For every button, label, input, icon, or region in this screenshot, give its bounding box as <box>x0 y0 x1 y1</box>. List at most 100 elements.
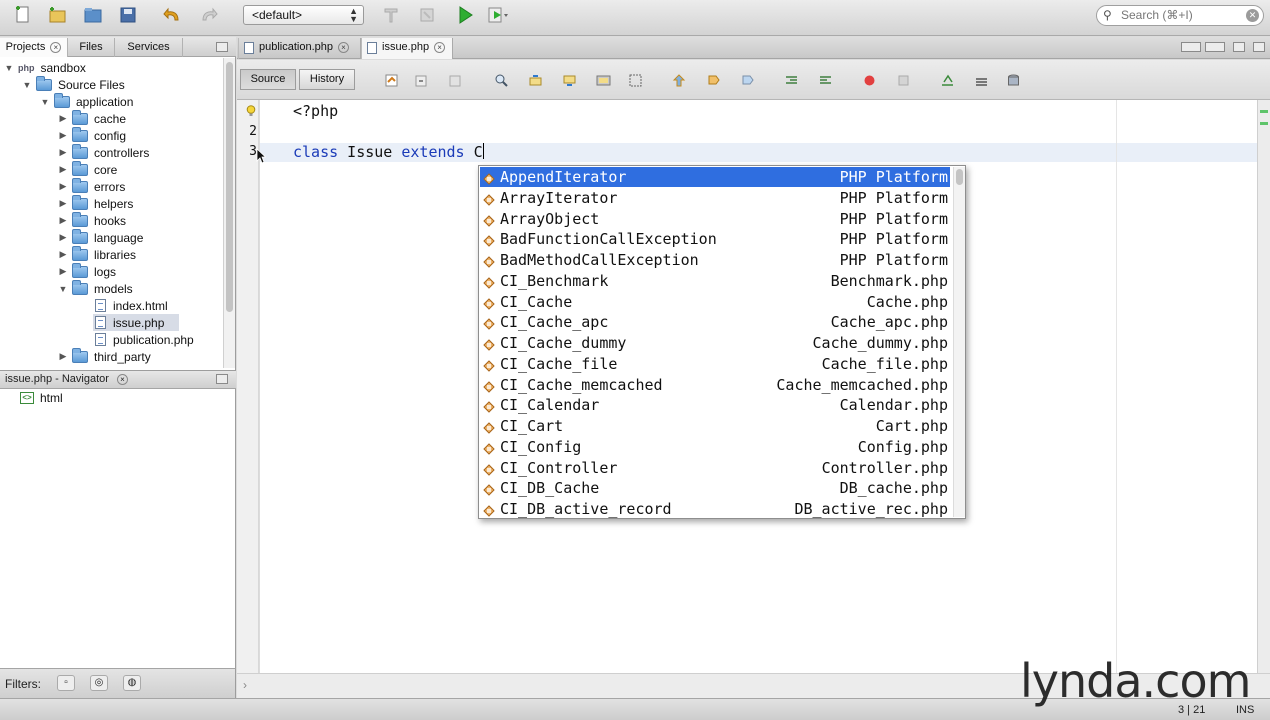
completion-item[interactable]: CI_DB_Cache DB_cache.php <box>480 478 950 498</box>
completion-item[interactable]: CI_Cart Cart.php <box>480 416 950 436</box>
tree-item-errors[interactable]: ▶ errors <box>58 177 125 195</box>
tab-projects[interactable]: Projects × <box>0 38 68 57</box>
database-icon[interactable] <box>1005 72 1021 88</box>
code-completion-popup[interactable]: AppendIterator PHP Platform ArrayIterator P… <box>478 165 966 519</box>
collapsed-triangle-icon[interactable]: ▶ <box>58 147 68 158</box>
collapsed-triangle-icon[interactable]: ▶ <box>58 215 68 226</box>
tree-item-controllers[interactable]: ▶ controllers <box>58 143 149 161</box>
tree-item-hooks[interactable]: ▶ hooks <box>58 211 126 229</box>
tree-item-models[interactable]: ▼ models <box>58 279 133 297</box>
collapsed-triangle-icon[interactable]: ▶ <box>58 181 68 192</box>
shift-line-left-icon[interactable] <box>783 72 799 88</box>
source-button[interactable]: Source <box>240 69 296 90</box>
completion-item[interactable]: ArrayObject PHP Platform <box>480 209 950 229</box>
collapsed-triangle-icon[interactable]: ▶ <box>58 130 68 141</box>
toggle-highlight-search-icon[interactable] <box>595 72 611 88</box>
back-icon[interactable] <box>413 72 429 88</box>
lightbulb-hint-icon[interactable] <box>246 105 256 117</box>
completion-item[interactable]: ArrayIterator PHP Platform <box>480 188 950 208</box>
tab-issue-php[interactable]: issue.php × <box>361 38 453 59</box>
completion-item[interactable]: CI_Calendar Calendar.php <box>480 395 950 415</box>
scroll-tabs-left-icon[interactable] <box>1181 42 1201 52</box>
completion-item[interactable]: CI_DB_active_record DB_active_rec.php <box>480 499 950 518</box>
completion-item[interactable]: CI_Cache_file Cache_file.php <box>480 354 950 374</box>
build-icon[interactable] <box>378 3 404 27</box>
minimize-panel-icon[interactable] <box>216 374 228 384</box>
open-project-icon[interactable] <box>80 3 106 27</box>
code-line-1[interactable]: <?php <box>293 102 338 120</box>
tree-item-third-party[interactable]: ▶ third_party <box>58 347 151 365</box>
clean-build-icon[interactable] <box>414 3 440 27</box>
error-stripe[interactable] <box>1257 100 1270 673</box>
tree-item-publication-php[interactable]: publication.php <box>95 331 194 348</box>
next-bookmark-icon[interactable] <box>705 72 721 88</box>
tab-services[interactable]: Services <box>115 38 183 57</box>
tree-item-issue-php[interactable]: issue.php <box>93 314 179 331</box>
tree-item-logs[interactable]: ▶ logs <box>58 262 116 280</box>
scrollbar-thumb[interactable] <box>226 62 233 312</box>
navigator-item-html[interactable]: <> html <box>20 391 63 405</box>
completion-item[interactable]: CI_Controller Controller.php <box>480 458 950 478</box>
expand-breadcrumb-icon[interactable]: › <box>243 678 247 692</box>
last-edit-icon[interactable] <box>383 72 399 88</box>
collapsed-triangle-icon[interactable]: ▶ <box>58 232 68 243</box>
tree-item-language[interactable]: ▶ language <box>58 228 143 246</box>
completion-item[interactable]: CI_Cache_apc Cache_apc.php <box>480 312 950 332</box>
search-field[interactable]: ⚲ Search (⌘+I) ✕ <box>1096 5 1264 26</box>
completion-item[interactable]: BadMethodCallException PHP Platform <box>480 250 950 270</box>
configuration-select[interactable]: <default> ▲ ▼ <box>243 5 364 25</box>
clear-search-icon[interactable]: ✕ <box>1246 9 1259 22</box>
find-next-icon[interactable] <box>561 72 577 88</box>
uncomment-icon[interactable] <box>973 72 989 88</box>
show-opened-documents-icon[interactable] <box>1233 42 1245 52</box>
toggle-rectangular-selection-icon[interactable] <box>627 72 643 88</box>
collapsed-triangle-icon[interactable]: ▶ <box>58 266 68 277</box>
projects-scrollbar[interactable] <box>223 58 235 368</box>
navigator-tab[interactable]: issue.php - Navigator × <box>0 371 236 389</box>
scroll-tabs-right-icon[interactable] <box>1205 42 1225 52</box>
tree-item-cache[interactable]: ▶ cache <box>58 109 126 127</box>
collapsed-triangle-icon[interactable]: ▶ <box>58 351 68 362</box>
tab-publication-php[interactable]: publication.php × <box>238 38 361 59</box>
debug-project-icon[interactable] <box>484 3 510 27</box>
collapsed-triangle-icon[interactable]: ▶ <box>58 249 68 260</box>
code-line-3[interactable]: class Issue extends C <box>293 143 484 161</box>
expanded-triangle-icon[interactable]: ▼ <box>4 63 14 73</box>
completion-item[interactable]: CI_Benchmark Benchmark.php <box>480 271 950 291</box>
find-selection-icon[interactable] <box>493 72 509 88</box>
filter-non-public-icon[interactable]: ◍ <box>123 675 141 691</box>
completion-item[interactable]: AppendIterator PHP Platform <box>480 167 950 187</box>
tree-item-application[interactable]: ▼ application <box>40 92 133 110</box>
history-button[interactable]: History <box>299 69 355 90</box>
scrollbar-thumb[interactable] <box>956 169 963 185</box>
previous-bookmark-icon[interactable] <box>671 72 687 88</box>
filter-fields-icon[interactable]: ▫ <box>57 675 75 691</box>
tree-item-source-files[interactable]: ▼ Source Files <box>22 75 125 93</box>
expanded-triangle-icon[interactable]: ▼ <box>58 284 68 294</box>
collapsed-triangle-icon[interactable]: ▶ <box>58 164 68 175</box>
tree-item-libraries[interactable]: ▶ libraries <box>58 245 136 263</box>
tree-item-helpers[interactable]: ▶ helpers <box>58 194 133 212</box>
close-tab-icon[interactable]: × <box>338 42 350 53</box>
find-previous-icon[interactable] <box>527 72 543 88</box>
save-all-icon[interactable] <box>115 3 141 27</box>
tree-item-core[interactable]: ▶ core <box>58 160 117 178</box>
comment-icon[interactable] <box>939 72 955 88</box>
redo-icon[interactable] <box>195 3 221 27</box>
collapsed-triangle-icon[interactable]: ▶ <box>58 198 68 209</box>
collapsed-triangle-icon[interactable]: ▶ <box>58 113 68 124</box>
new-file-icon[interactable] <box>10 3 36 27</box>
start-macro-recording-icon[interactable] <box>861 72 877 88</box>
expanded-triangle-icon[interactable]: ▼ <box>22 80 32 90</box>
filter-inherited-icon[interactable]: ◎ <box>90 675 108 691</box>
completion-item[interactable]: CI_Cache Cache.php <box>480 292 950 312</box>
undo-icon[interactable] <box>160 3 186 27</box>
completion-item[interactable]: CI_Config Config.php <box>480 437 950 457</box>
completion-item[interactable]: CI_Cache_dummy Cache_dummy.php <box>480 333 950 353</box>
tree-item-config[interactable]: ▶ config <box>58 126 126 144</box>
shift-line-right-icon[interactable] <box>817 72 833 88</box>
forward-icon[interactable] <box>447 72 463 88</box>
stop-macro-recording-icon[interactable] <box>895 72 911 88</box>
minimize-panel-icon[interactable] <box>216 42 228 52</box>
close-tab-icon[interactable]: × <box>117 374 129 385</box>
